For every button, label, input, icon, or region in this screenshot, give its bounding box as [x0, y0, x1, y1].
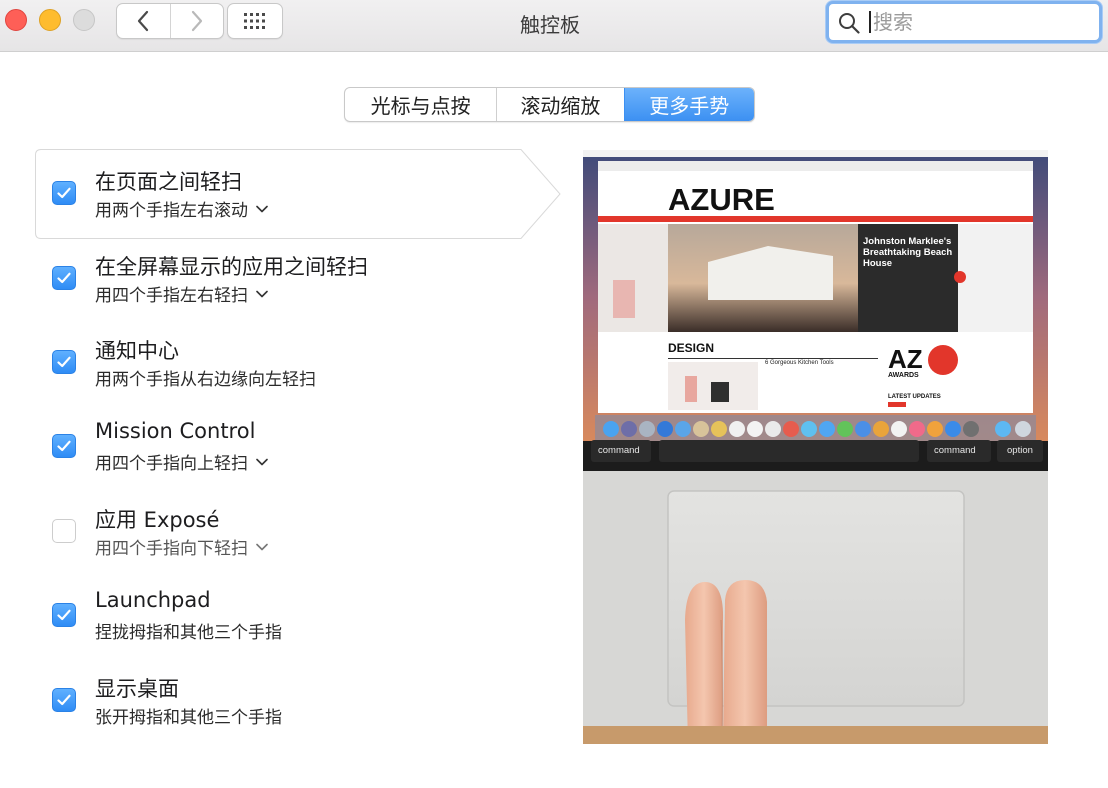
gesture-title: 在页面之间轻扫: [95, 170, 242, 194]
gesture-subtitle: 捏拢拇指和其他三个手指: [95, 623, 282, 643]
gesture-option-dropdown[interactable]: 用四个手指左右轻扫: [95, 281, 268, 306]
gesture-row-mission-control[interactable]: Mission Control 用四个手指向上轻扫: [0, 419, 560, 489]
checkbox-swipe-pages[interactable]: [52, 181, 76, 205]
key-command-right: command: [934, 445, 976, 456]
text-caret: [869, 11, 871, 33]
tab-more-gestures[interactable]: 更多手势: [623, 88, 754, 121]
gesture-subtitle: 用两个手指从右边缘向左轻扫: [95, 370, 316, 390]
gesture-subtitle: 用两个手指左右滚动: [95, 201, 248, 221]
checkbox-notification-center[interactable]: [52, 350, 76, 374]
gesture-title: 应用 Exposé: [95, 508, 220, 532]
chevron-right-icon: [191, 10, 202, 32]
checkmark-icon: [57, 356, 71, 368]
chevron-down-icon: [256, 205, 268, 212]
gesture-row-notification-center[interactable]: 通知中心 用两个手指从右边缘向左轻扫: [0, 335, 560, 405]
gesture-title: 通知中心: [95, 339, 179, 363]
checkmark-icon: [57, 440, 71, 452]
gesture-option-dropdown[interactable]: 用两个手指左右滚动: [95, 196, 268, 221]
checkbox-app-expose[interactable]: [52, 519, 76, 543]
navigation-buttons: [116, 3, 224, 39]
azure-logo: AZURE: [668, 182, 775, 217]
chevron-down-icon: [256, 458, 268, 465]
chevron-down-icon: [256, 543, 268, 550]
checkmark-icon: [57, 187, 71, 199]
gesture-subtitle: 用四个手指向上轻扫: [95, 454, 248, 474]
tab-bar: 光标与点按 滚动缩放 更多手势: [344, 87, 755, 122]
key-command-left: command: [598, 445, 640, 456]
checkmark-icon: [57, 609, 71, 621]
zoom-window-button[interactable]: [73, 9, 95, 31]
title-bar: 触控板: [0, 0, 1108, 52]
gesture-row-show-desktop[interactable]: 显示桌面 张开拇指和其他三个手指: [0, 673, 560, 743]
gesture-subtitle: 用四个手指向下轻扫: [95, 539, 248, 559]
checkbox-show-desktop[interactable]: [52, 688, 76, 712]
gesture-title: Mission Control: [95, 419, 256, 443]
search-input[interactable]: [873, 9, 1093, 35]
back-button[interactable]: [117, 4, 170, 38]
gesture-option-dropdown[interactable]: 用四个手指向上轻扫: [95, 449, 268, 474]
show-all-button[interactable]: [227, 3, 283, 39]
checkbox-mission-control[interactable]: [52, 434, 76, 458]
gesture-title: 在全屏幕显示的应用之间轻扫: [95, 255, 368, 279]
article-title: 6 Gorgeous Kitchen Tools: [765, 360, 834, 366]
chevron-down-icon: [256, 290, 268, 297]
gesture-option-dropdown[interactable]: 用四个手指向下轻扫: [95, 534, 268, 559]
minimize-window-button[interactable]: [39, 9, 61, 31]
search-icon: [839, 13, 860, 34]
awards-label: AWARDS: [888, 372, 919, 379]
gesture-row-swipe-pages[interactable]: 在页面之间轻扫 用两个手指左右滚动: [0, 166, 560, 236]
key-option: option: [1007, 445, 1033, 456]
gesture-row-launchpad[interactable]: Launchpad 捏拢拇指和其他三个手指: [0, 588, 560, 658]
design-section: DESIGN: [668, 341, 714, 355]
grid-icon: [244, 13, 265, 29]
checkmark-icon: [57, 694, 71, 706]
tab-scroll-zoom[interactable]: 滚动缩放: [496, 88, 623, 121]
window-title: 触控板: [520, 13, 580, 37]
checkmark-icon: [57, 272, 71, 284]
gesture-row-app-expose[interactable]: 应用 Exposé 用四个手指向下轻扫: [0, 504, 560, 574]
gesture-preview-image: AZURE Johnston Marklee's Breathtaking Be…: [583, 150, 1048, 744]
chevron-left-icon: [138, 10, 149, 32]
gesture-title: Launchpad: [95, 588, 211, 612]
forward-button[interactable]: [169, 4, 224, 38]
close-window-button[interactable]: [5, 9, 27, 31]
gesture-subtitle: 张开拇指和其他三个手指: [95, 708, 282, 728]
tab-point-click[interactable]: 光标与点按: [345, 88, 496, 121]
checkbox-swipe-fullscreen-apps[interactable]: [52, 266, 76, 290]
latest-updates-label: LATEST UPDATES: [888, 394, 941, 400]
checkbox-launchpad[interactable]: [52, 603, 76, 627]
search-field[interactable]: [826, 1, 1102, 43]
gesture-subtitle: 用四个手指左右轻扫: [95, 286, 248, 306]
gesture-title: 显示桌面: [95, 677, 179, 701]
gesture-row-swipe-fullscreen-apps[interactable]: 在全屏幕显示的应用之间轻扫 用四个手指左右轻扫: [0, 251, 560, 321]
awards-logo: AZ: [888, 344, 923, 374]
